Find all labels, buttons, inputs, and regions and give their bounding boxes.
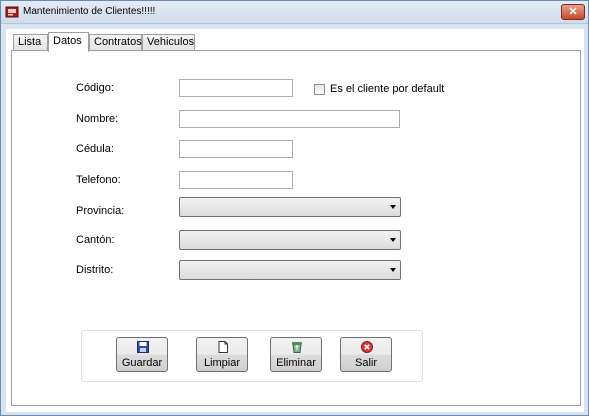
blank-page-icon [218,341,228,353]
nombre-label: Nombre: [76,113,119,125]
telefono-label: Telefono: [76,174,121,186]
distrito-label: Distrito: [76,264,114,276]
title-bar[interactable]: Mantenimiento de Clientes!!!!! ✕ [1,1,588,24]
default-client-label[interactable]: Es el cliente por default [330,83,444,95]
main-window: Mantenimiento de Clientes!!!!! ✕ Lista D… [0,0,589,416]
default-client-checkbox[interactable] [314,84,325,95]
salir-button[interactable]: Salir [340,337,392,372]
salir-label: Salir [354,357,377,369]
floppy-disk-icon [137,341,149,353]
distrito-dropdown[interactable] [179,260,401,280]
chevron-down-icon [390,268,396,272]
datos-tab-panel: Código: Es el cliente por default Nombre… [11,50,581,406]
provincia-dropdown[interactable] [179,197,401,217]
telefono-input[interactable] [179,171,293,189]
canton-label: Cantón: [76,234,115,246]
provincia-label: Provincia: [76,205,125,217]
window-title: Mantenimiento de Clientes!!!!! [23,6,156,17]
tab-datos[interactable]: Datos [48,32,89,52]
client-area: Lista Datos Contratos Vehiculos Código: … [6,29,584,412]
codigo-label: Código: [76,82,114,94]
action-button-group: Guardar Limpiar Eliminar Salir [81,330,423,382]
codigo-input[interactable] [179,79,293,97]
limpiar-button[interactable]: Limpiar [196,337,248,372]
red-x-circle-icon [361,341,373,353]
tab-vehiculos[interactable]: Vehiculos [142,34,195,51]
tab-lista[interactable]: Lista [13,34,48,51]
app-icon [5,6,19,18]
eliminar-button[interactable]: Eliminar [270,337,322,372]
nombre-input[interactable] [179,110,400,128]
recycle-bin-icon [292,342,302,353]
guardar-button[interactable]: Guardar [116,337,168,372]
eliminar-label: Eliminar [276,357,316,369]
chevron-down-icon [390,205,396,209]
limpiar-label: Limpiar [203,357,241,369]
cedula-input[interactable] [179,140,293,158]
chevron-down-icon [390,238,396,242]
canton-dropdown[interactable] [179,230,401,250]
guardar-label: Guardar [121,357,163,369]
tab-contratos[interactable]: Contratos [89,34,142,51]
cedula-label: Cédula: [76,143,114,155]
close-button[interactable]: ✕ [561,4,585,20]
